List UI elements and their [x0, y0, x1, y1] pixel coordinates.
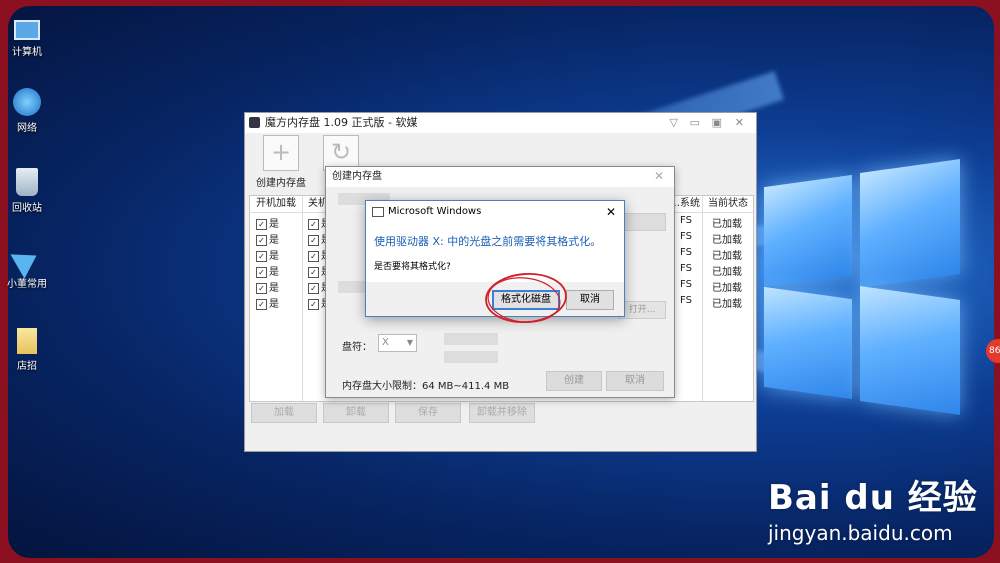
- plus-icon: +: [263, 135, 299, 171]
- app-logo-icon: [249, 117, 260, 128]
- network-icon: [13, 88, 41, 116]
- col-header-boot[interactable]: 开机加载: [256, 196, 296, 212]
- baidu-logo: Bai du 经验: [768, 478, 978, 518]
- baidu-url: jingyan.baidu.com: [768, 521, 953, 545]
- dialog-footer: 格式化磁盘 取消: [366, 282, 624, 316]
- desktop-icon-network[interactable]: 网络: [4, 88, 50, 134]
- desktop-icon-store[interactable]: 店招: [4, 328, 50, 372]
- drive-select[interactable]: X ▼: [378, 334, 417, 352]
- create-button[interactable]: 创建: [546, 371, 602, 391]
- minimize-icon[interactable]: ▭: [690, 113, 700, 133]
- dialog-question: 是否要将其格式化?: [374, 262, 451, 272]
- document-icon: [17, 328, 37, 354]
- recycle-bin-icon: [16, 168, 38, 196]
- drive-label: 盘符：: [342, 342, 372, 353]
- computer-icon: [14, 20, 40, 40]
- app-title-bar: 魔方内存盘 1.09 正式版 - 软媒 ▽ ▭ ▣ ✕: [245, 113, 756, 133]
- format-disk-button[interactable]: 格式化磁盘: [492, 290, 560, 310]
- desktop-icon-label: 小董常用: [7, 279, 47, 290]
- desktop-icon-recycle-bin[interactable]: 回收站: [4, 168, 50, 214]
- size-limit-text: 内存盘大小限制：64 MB~411.4 MB: [342, 381, 510, 392]
- desktop-icon-label: 计算机: [12, 47, 42, 58]
- app-title: 魔方内存盘 1.09 正式版 - 软媒: [265, 116, 418, 129]
- close-icon[interactable]: ✕: [735, 113, 744, 133]
- unload-button[interactable]: 卸载: [323, 403, 389, 423]
- desktop-icon-label: 店招: [17, 361, 37, 372]
- cancel-button[interactable]: 取消: [606, 371, 664, 391]
- desktop-icon-label: 网络: [17, 123, 37, 134]
- create-ramdisk-tool[interactable]: + 创建内存盘: [251, 135, 311, 189]
- unload-remove-button[interactable]: 卸载并移除: [469, 403, 535, 423]
- open-button[interactable]: 打开...: [618, 301, 666, 319]
- desktop-icon-label: 回收站: [12, 203, 42, 214]
- load-button[interactable]: 加载: [251, 403, 317, 423]
- window-icon: [372, 207, 384, 217]
- save-button[interactable]: 保存: [395, 403, 461, 423]
- dialog-title-bar: Microsoft Windows ✕: [366, 201, 624, 223]
- close-icon[interactable]: ✕: [606, 201, 616, 223]
- desktop-icon-shortcut[interactable]: 小董常用: [4, 243, 50, 290]
- dialog-title: Microsoft Windows: [388, 206, 482, 217]
- desktop-icon-computer[interactable]: 计算机: [4, 14, 50, 58]
- dialog-message: 使用驱动器 X: 中的光盘之前需要将其格式化。: [374, 235, 602, 248]
- dialog-title: 创建内存盘: [326, 167, 674, 187]
- col-header-status[interactable]: 当前状态: [708, 196, 748, 212]
- close-icon[interactable]: ✕: [654, 169, 664, 183]
- format-prompt-dialog: Microsoft Windows ✕ 使用驱动器 X: 中的光盘之前需要将其格…: [365, 200, 625, 317]
- skin-icon[interactable]: ▽: [670, 113, 678, 133]
- maximize-icon[interactable]: ▣: [712, 113, 722, 133]
- chevron-down-icon: ▼: [406, 338, 413, 347]
- tool-label: 创建内存盘: [256, 178, 306, 189]
- cancel-button[interactable]: 取消: [566, 290, 614, 310]
- baidu-watermark: Bai du 经验 jingyan.baidu.com: [768, 470, 978, 545]
